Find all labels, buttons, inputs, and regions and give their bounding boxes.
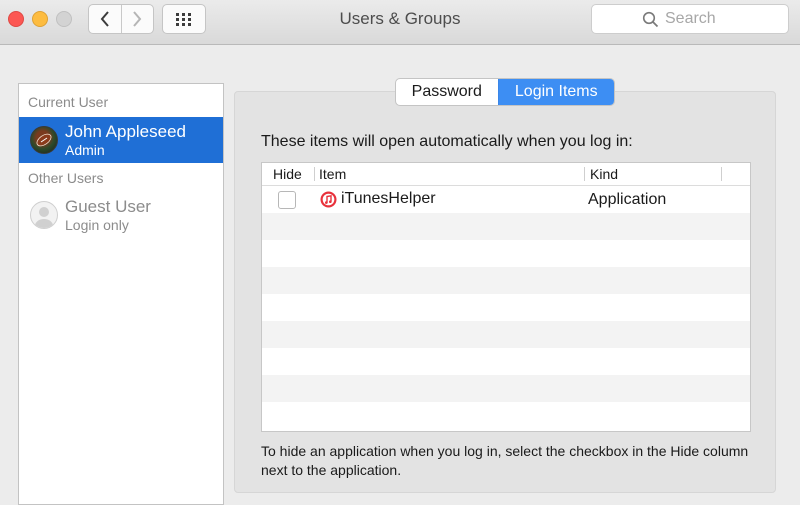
tab-bar: Password Login Items bbox=[395, 78, 615, 106]
search-placeholder: Search bbox=[665, 10, 716, 27]
column-header-item[interactable]: Item bbox=[319, 166, 346, 182]
back-button[interactable] bbox=[89, 5, 121, 33]
item-kind: Application bbox=[588, 191, 667, 208]
table-row bbox=[262, 402, 750, 429]
login-items-description: These items will open automatically when… bbox=[261, 133, 633, 150]
hide-checkbox[interactable] bbox=[278, 191, 296, 209]
hide-instructions: To hide an application when you log in, … bbox=[261, 443, 749, 478]
table-row bbox=[262, 294, 750, 321]
user-role: Login only bbox=[65, 217, 129, 233]
table-row bbox=[262, 213, 750, 240]
user-name: Guest User bbox=[65, 197, 151, 216]
avatar bbox=[30, 126, 58, 154]
table-row[interactable]: iTunesHelper Application bbox=[262, 186, 750, 213]
forward-button[interactable] bbox=[120, 5, 154, 33]
itunes-icon bbox=[320, 191, 337, 208]
table-row bbox=[262, 348, 750, 375]
column-divider bbox=[721, 167, 722, 181]
show-all-button[interactable] bbox=[162, 4, 206, 34]
table-header: Hide Item Kind bbox=[262, 163, 750, 186]
title-bar: Users & Groups Search bbox=[0, 0, 800, 45]
football-icon bbox=[36, 133, 52, 147]
tab-login-items[interactable]: Login Items bbox=[497, 79, 614, 105]
chevron-left-icon bbox=[100, 11, 109, 27]
users-sidebar: Current User John Appleseed Admin Other … bbox=[18, 83, 224, 505]
user-row-john-appleseed[interactable]: John Appleseed Admin bbox=[19, 117, 223, 163]
other-users-header: Other Users bbox=[28, 170, 104, 186]
close-window-button[interactable] bbox=[8, 11, 24, 27]
column-divider bbox=[314, 167, 315, 181]
current-user-header: Current User bbox=[28, 94, 109, 110]
chevron-right-icon bbox=[133, 11, 142, 27]
table-row bbox=[262, 267, 750, 294]
column-divider bbox=[584, 167, 585, 181]
zoom-window-button[interactable] bbox=[56, 11, 72, 27]
user-row-guest-user[interactable]: Guest User Login only bbox=[19, 192, 223, 238]
table-row bbox=[262, 375, 750, 402]
tab-password[interactable]: Password bbox=[396, 79, 498, 105]
column-header-kind[interactable]: Kind bbox=[590, 166, 618, 182]
user-role: Admin bbox=[65, 142, 105, 158]
grid-icon bbox=[176, 13, 191, 26]
minimize-window-button[interactable] bbox=[32, 11, 48, 27]
user-name: John Appleseed bbox=[65, 122, 186, 141]
item-name: iTunesHelper bbox=[341, 190, 436, 207]
navigation-buttons bbox=[88, 4, 154, 34]
search-input[interactable]: Search bbox=[591, 4, 789, 34]
table-row bbox=[262, 240, 750, 267]
search-icon bbox=[642, 11, 659, 33]
login-items-table[interactable]: Hide Item Kind iTunesHelper Application bbox=[261, 162, 751, 432]
column-header-hide[interactable]: Hide bbox=[273, 166, 302, 182]
table-row bbox=[262, 321, 750, 348]
window-title: Users & Groups bbox=[339, 9, 461, 28]
guest-avatar-icon bbox=[30, 201, 58, 229]
